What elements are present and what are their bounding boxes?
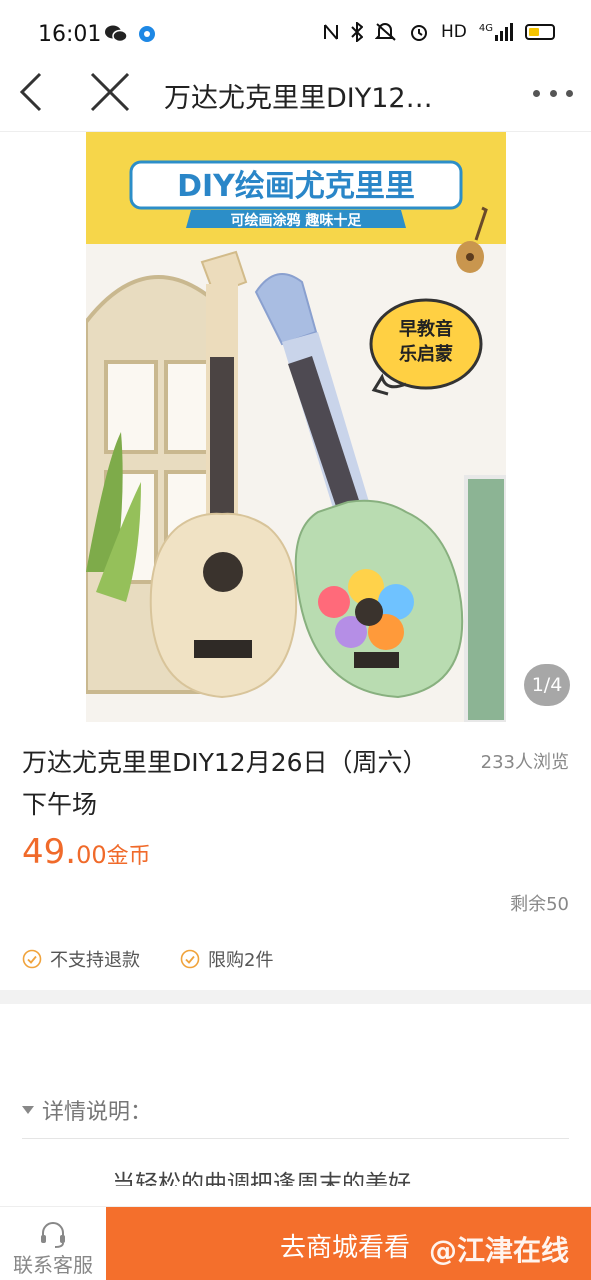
check-circle-icon bbox=[22, 949, 42, 969]
price-decimal: 00 bbox=[76, 841, 107, 869]
product-photo: 早教音 乐启蒙 DIY绘画尤克里里 可绘画涂鸦 趣味十足 bbox=[86, 132, 506, 722]
battery-icon bbox=[525, 24, 555, 40]
app-notification-icon bbox=[139, 26, 155, 42]
watermark: @江津在线 bbox=[428, 1234, 569, 1267]
badge-line1: 早教音 bbox=[399, 318, 453, 340]
status-right: HD 4G bbox=[323, 22, 555, 42]
alarm-icon bbox=[411, 25, 427, 41]
price-unit: 金币 bbox=[106, 844, 151, 869]
nav-bar: 万达尤克里里DIY12… bbox=[0, 72, 591, 132]
status-time: 16:01 bbox=[38, 22, 102, 47]
tag-label: 不支持退款 bbox=[50, 950, 140, 971]
banner-subtitle: 可绘画涂鸦 趣味十足 bbox=[231, 212, 363, 229]
page-indicator: 1/4 bbox=[524, 664, 570, 706]
view-count: 233人浏览 bbox=[480, 752, 569, 773]
customer-service-button[interactable]: 联系客服 bbox=[0, 1207, 106, 1280]
check-circle-icon bbox=[180, 949, 200, 969]
tag-label: 限购2件 bbox=[208, 950, 274, 971]
back-icon[interactable] bbox=[14, 72, 54, 112]
go-to-mall-button[interactable]: 去商城看看 @江津在线 bbox=[106, 1207, 591, 1280]
banner-title: DIY绘画尤克里里 bbox=[177, 169, 415, 204]
price: 49.00金币 bbox=[22, 832, 151, 872]
wechat-icon bbox=[105, 25, 128, 43]
go-to-mall-label: 去商城看看 bbox=[280, 1233, 411, 1263]
detail-header[interactable]: 详情说明： bbox=[22, 1094, 152, 1126]
product-title: 万达尤克里里DIY12月26日（周六）下午场 bbox=[22, 748, 428, 819]
caret-down-icon bbox=[22, 1106, 34, 1114]
detail-header-label: 详情说明： bbox=[42, 1100, 153, 1125]
product-image-carousel[interactable]: 早教音 乐启蒙 DIY绘画尤克里里 可绘画涂鸦 趣味十足 bbox=[86, 132, 506, 722]
customer-service-label: 联系客服 bbox=[13, 1253, 93, 1277]
remaining-stock: 剩余50 bbox=[510, 894, 569, 915]
mute-icon bbox=[375, 23, 396, 41]
notification-icons bbox=[104, 24, 156, 44]
bottom-bar: 联系客服 去商城看看 @江津在线 bbox=[0, 1206, 591, 1280]
section-divider bbox=[0, 990, 591, 1004]
close-icon[interactable] bbox=[86, 72, 134, 116]
bluetooth-icon bbox=[351, 22, 363, 42]
hd-label: HD bbox=[441, 22, 467, 42]
page-title: 万达尤克里里DIY12… bbox=[164, 83, 433, 114]
status-bar: 16:01 HD 4G bbox=[0, 0, 591, 72]
badge-line2: 乐启蒙 bbox=[399, 343, 453, 365]
nfc-icon bbox=[324, 24, 338, 40]
signal-icon: 4G bbox=[479, 23, 513, 41]
detail-divider bbox=[22, 1138, 569, 1139]
more-icon[interactable] bbox=[533, 86, 573, 100]
tag-list: 不支持退款 限购2件 bbox=[22, 946, 273, 972]
price-integer: 49. bbox=[22, 832, 77, 872]
tag-purchase-limit: 限购2件 bbox=[180, 946, 273, 972]
detail-text: 当轻松的曲调把逢周末的美好 bbox=[112, 1171, 411, 1186]
headset-icon bbox=[41, 1222, 65, 1248]
tag-no-refund: 不支持退款 bbox=[22, 946, 140, 972]
